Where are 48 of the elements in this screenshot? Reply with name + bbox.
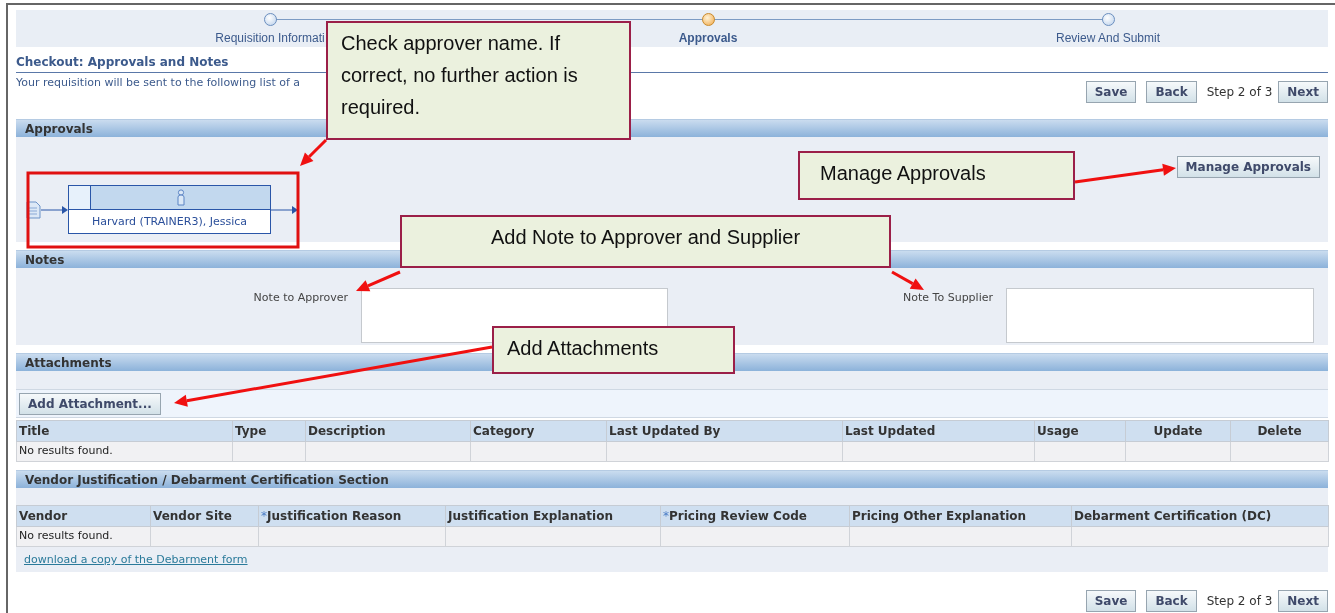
column-header: Update [1125, 420, 1231, 442]
nav-button[interactable]: Next [1278, 590, 1328, 612]
nav-button[interactable]: Save [1085, 590, 1137, 612]
column-header: Last Updated [842, 420, 1035, 442]
column-header: Debarment Certification (DC) [1071, 505, 1329, 527]
callout-tooltip: Add Attachments [492, 326, 735, 374]
page-subtitle: Your requisition will be sent to the following list of a [16, 75, 301, 91]
person-icon [175, 189, 186, 206]
empty-message: No results found. [16, 441, 233, 462]
add-attachment-button[interactable]: Add Attachment... [19, 393, 161, 415]
nav-button[interactable]: Back [1146, 81, 1197, 103]
pointer-arrow [356, 270, 401, 292]
step-counter: Step 2 of 3 [1206, 84, 1273, 101]
column-header: Last Updated By [606, 420, 843, 442]
column-header: Usage [1034, 420, 1126, 442]
column-header: Category [470, 420, 607, 442]
column-header: Justification Explanation [445, 505, 661, 527]
step-indicator[interactable] [263, 13, 277, 26]
note-field[interactable] [1006, 288, 1314, 343]
step-indicator[interactable] [701, 13, 715, 26]
manage-approvals-button[interactable]: Manage Approvals [1176, 156, 1320, 178]
download-link[interactable]: download a copy of the Debarment form [24, 552, 248, 569]
pointer-arrow [300, 138, 328, 166]
nav-button[interactable]: Save [1085, 81, 1137, 103]
field-label: Note To Supplier [902, 290, 994, 306]
column-header: Title [16, 420, 233, 442]
step-label[interactable]: Review And Submit [1055, 29, 1161, 47]
step-counter: Step 2 of 3 [1206, 593, 1273, 610]
column-header: *Justification Reason [258, 505, 446, 527]
column-header: Description [305, 420, 471, 442]
section-header: Vendor Justification / Debarment Certification Section [16, 470, 1328, 488]
nav-button[interactable]: Back [1146, 590, 1197, 612]
column-header: Pricing Other Explanation [849, 505, 1072, 527]
column-header: *Pricing Review Code [660, 505, 850, 527]
approver-name: Harvard (TRAINER3), Jessica [91, 214, 248, 230]
column-header: Type [232, 420, 306, 442]
step-label[interactable]: Requisition Informati [215, 29, 325, 47]
column-header: Vendor Site [150, 505, 259, 527]
callout-tooltip: Manage Approvals [798, 151, 1075, 200]
pointer-arrow [891, 270, 924, 290]
field-label: Note to Approver [252, 290, 349, 306]
column-header: Vendor [16, 505, 151, 527]
step-label[interactable]: Approvals [678, 29, 738, 47]
column-header: Delete [1230, 420, 1329, 442]
callout-tooltip: Add Note to Approver and Supplier [400, 215, 891, 268]
empty-message: No results found. [16, 526, 151, 547]
nav-button[interactable]: Next [1278, 81, 1328, 103]
step-indicator[interactable] [1101, 13, 1115, 26]
